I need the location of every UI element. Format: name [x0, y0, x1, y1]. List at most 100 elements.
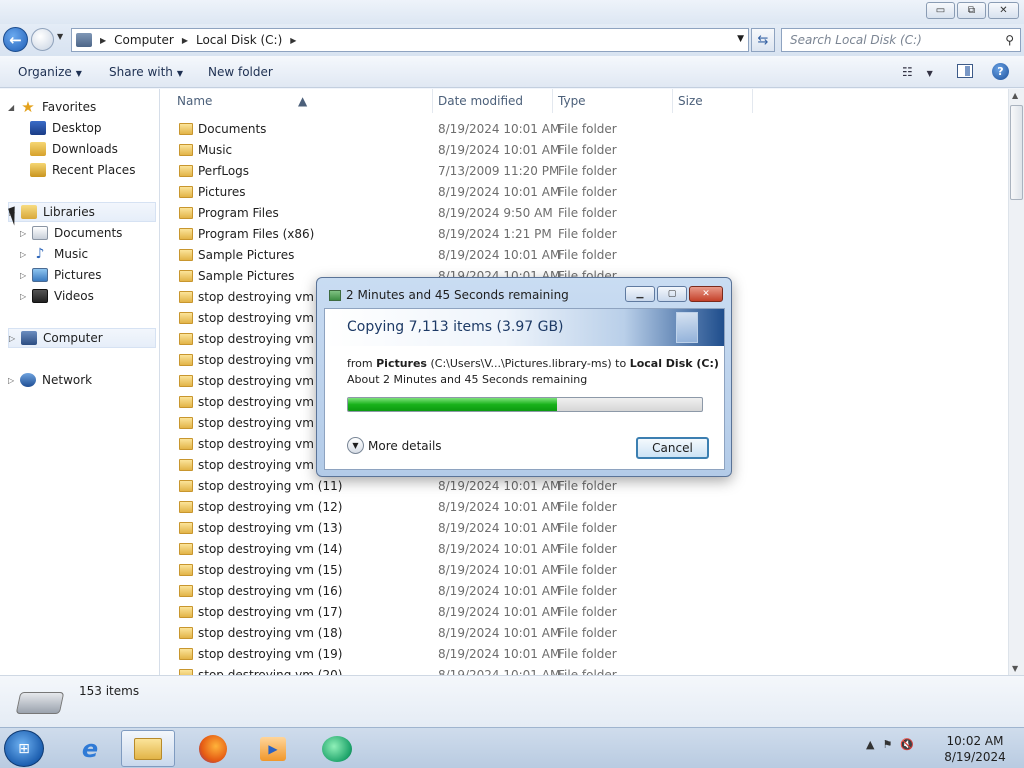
file-name[interactable]: Program Files (x86)	[198, 227, 314, 241]
sidebar-item-desktop[interactable]: Desktop	[30, 118, 156, 138]
file-name[interactable]: stop destroying vm (6)	[198, 374, 335, 388]
file-name[interactable]: stop destroying vm (19)	[198, 647, 342, 661]
column-divider[interactable]	[672, 89, 673, 113]
sidebar-item-favorites[interactable]: ◢ ★ Favorites	[8, 97, 156, 117]
recent-pages-dropdown-icon[interactable]: ▼	[57, 32, 63, 41]
file-name[interactable]: stop destroying vm (3)	[198, 311, 335, 325]
volume-muted-icon[interactable]: 🔇	[900, 738, 914, 751]
file-row[interactable]: Pictures 8/19/2024 10:01 AM File folder	[160, 182, 1008, 203]
taskbar-app-internet-explorer[interactable]: e	[63, 730, 117, 767]
file-name[interactable]: stop destroying vm (11)	[198, 479, 342, 493]
action-center-flag-icon[interactable]: ⚑	[882, 738, 892, 751]
file-name[interactable]: stop destroying vm (15)	[198, 563, 342, 577]
taskbar-app-windows-explorer[interactable]	[121, 730, 175, 767]
sidebar-item-documents[interactable]: ▷ Documents	[20, 223, 156, 243]
chevron-right-icon[interactable]: ▶	[100, 36, 106, 45]
column-header-name[interactable]: Name	[177, 94, 212, 108]
address-bar[interactable]: ▶ Computer ▶ Local Disk (C:) ▶ ▼	[71, 28, 749, 52]
file-row[interactable]: stop destroying vm (11) 8/19/2024 10:01 A…	[160, 476, 1008, 497]
file-row[interactable]: stop destroying vm (18) 8/19/2024 10:01 A…	[160, 623, 1008, 644]
file-row[interactable]: stop destroying vm (19) 8/19/2024 10:01 A…	[160, 644, 1008, 665]
file-row[interactable]: stop destroying vm (15) 8/19/2024 10:01 A…	[160, 560, 1008, 581]
destination-name[interactable]: Local Disk (C:)	[630, 357, 719, 370]
sidebar-item-videos[interactable]: ▷ Videos	[20, 286, 156, 306]
sidebar-item-music[interactable]: ▷ ♪ Music	[20, 244, 156, 264]
maximize-button[interactable]: ⧉	[957, 2, 986, 19]
sidebar-item-downloads[interactable]: Downloads	[30, 139, 156, 159]
sidebar-item-computer[interactable]: ▷ Computer	[8, 328, 156, 348]
expand-icon[interactable]: ▷	[20, 250, 30, 259]
column-header-type[interactable]: Type	[558, 94, 586, 108]
forward-button[interactable]	[31, 28, 54, 51]
file-row[interactable]: stop destroying vm (20) 8/19/2024 10:01 A…	[160, 665, 1008, 675]
expand-icon[interactable]: ▷	[20, 271, 30, 280]
file-row[interactable]: Music 8/19/2024 10:01 AM File folder	[160, 140, 1008, 161]
file-name[interactable]: stop destroying vm (20)	[198, 668, 342, 675]
sidebar-item-pictures[interactable]: ▷ Pictures	[20, 265, 156, 285]
search-icon[interactable]: ⚲	[1005, 33, 1014, 47]
file-row[interactable]: stop destroying vm (14) 8/19/2024 10:01 A…	[160, 539, 1008, 560]
share-with-button[interactable]: Share with ▼	[109, 65, 183, 79]
taskbar-app-firefox[interactable]	[186, 730, 240, 767]
file-name[interactable]: Documents	[198, 122, 266, 136]
column-divider[interactable]	[552, 89, 553, 113]
file-name[interactable]: stop destroying vm (17)	[198, 605, 342, 619]
file-name[interactable]: PerfLogs	[198, 164, 249, 178]
file-row[interactable]: PerfLogs 7/13/2009 11:20 PM File folder	[160, 161, 1008, 182]
file-name[interactable]: Pictures	[198, 185, 246, 199]
file-name[interactable]: stop destroying vm (7)	[198, 395, 335, 409]
sidebar-item-recent-places[interactable]: Recent Places	[30, 160, 156, 180]
show-hidden-icons-icon[interactable]: ▲	[866, 738, 874, 751]
help-button[interactable]: ?	[992, 63, 1009, 80]
column-header-date-modified[interactable]: Date modified	[438, 94, 523, 108]
file-name[interactable]: Program Files	[198, 206, 279, 220]
file-name[interactable]: stop destroying vm (5)	[198, 353, 335, 367]
minimize-button[interactable]: ▭	[926, 2, 955, 19]
more-details-toggle[interactable]: ▼ More details	[347, 437, 442, 454]
file-name[interactable]: stop destroying vm (9)	[198, 437, 335, 451]
file-name[interactable]: stop destroying vm (12)	[198, 500, 342, 514]
column-divider[interactable]	[752, 89, 753, 113]
file-name[interactable]: Sample Pictures	[198, 269, 294, 283]
system-clock[interactable]: 10:02 AM 8/19/2024	[940, 733, 1010, 765]
column-divider[interactable]	[432, 89, 433, 113]
file-name[interactable]: stop destroying vm (4)	[198, 332, 335, 346]
address-dropdown-icon[interactable]: ▼	[737, 34, 744, 44]
file-row[interactable]: Program Files (x86) 8/19/2024 1:21 PM File…	[160, 224, 1008, 245]
file-row[interactable]: stop destroying vm (16) 8/19/2024 10:01 A…	[160, 581, 1008, 602]
expand-icon[interactable]: ▷	[20, 229, 30, 238]
collapse-icon[interactable]: ◢	[8, 103, 18, 112]
start-button[interactable]: ⊞	[4, 730, 44, 767]
chevron-right-icon[interactable]: ▶	[290, 36, 296, 45]
expand-icon[interactable]: ▷	[8, 376, 18, 385]
file-name[interactable]: stop destroying vm (14)	[198, 542, 342, 556]
file-name[interactable]: stop destroying vm (2)	[198, 290, 335, 304]
file-row[interactable]: Sample Pictures 8/19/2024 10:01 AM File fo…	[160, 245, 1008, 266]
column-header-size[interactable]: Size	[678, 94, 703, 108]
file-row[interactable]: Documents 8/19/2024 10:01 AM File folder	[160, 119, 1008, 140]
file-name[interactable]: stop destroying vm (18)	[198, 626, 342, 640]
new-folder-button[interactable]: New folder	[208, 65, 273, 79]
file-name[interactable]: stop destroying vm (13)	[198, 521, 342, 535]
sidebar-item-libraries[interactable]: ▷ Libraries	[8, 202, 156, 222]
file-name[interactable]: stop destroying vm (16)	[198, 584, 342, 598]
taskbar-app-media-player[interactable]: ▶	[246, 730, 300, 767]
taskbar-app-green[interactable]	[310, 730, 364, 767]
file-name[interactable]: Sample Pictures	[198, 248, 294, 262]
sidebar-item-network[interactable]: ▷ Network	[8, 370, 156, 390]
file-name[interactable]: Music	[198, 143, 232, 157]
scroll-up-icon[interactable]: ▲	[1012, 91, 1018, 100]
file-row[interactable]: stop destroying vm (12) 8/19/2024 10:01 A…	[160, 497, 1008, 518]
breadcrumb-local-disk[interactable]: Local Disk (C:)	[196, 33, 282, 47]
source-name[interactable]: Pictures	[376, 357, 427, 370]
change-view-button[interactable]: ☷ ▼	[902, 65, 933, 79]
expand-icon[interactable]: ▷	[20, 292, 30, 301]
dialog-close-button[interactable]: ✕	[689, 286, 723, 302]
organize-button[interactable]: Organize ▼	[18, 65, 82, 79]
dialog-minimize-button[interactable]: ▁	[625, 286, 655, 302]
preview-pane-button[interactable]	[957, 64, 973, 78]
breadcrumb-computer[interactable]: Computer	[114, 33, 174, 47]
back-button[interactable]: ←	[3, 27, 28, 52]
dialog-maximize-button[interactable]: ▢	[657, 286, 687, 302]
close-button[interactable]: ✕	[988, 2, 1019, 19]
